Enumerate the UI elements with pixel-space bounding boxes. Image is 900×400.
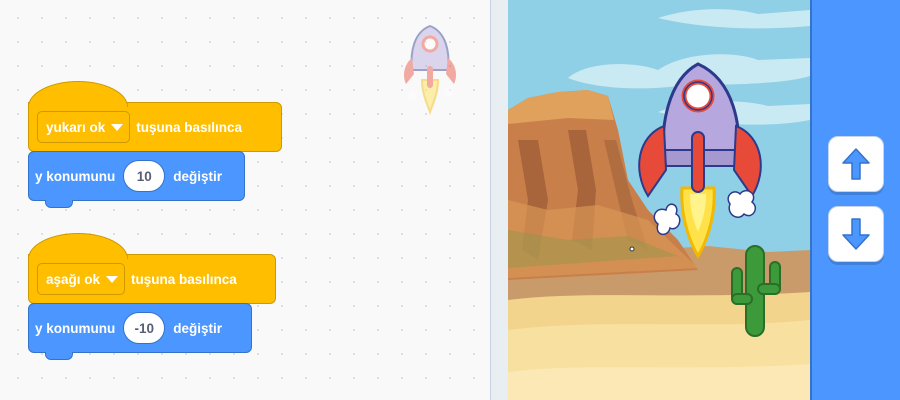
hat-cap bbox=[28, 81, 128, 110]
change-y-block[interactable]: y konumunu 10 değiştir bbox=[28, 151, 245, 208]
chevron-down-icon bbox=[106, 275, 119, 283]
hat-cap bbox=[28, 233, 128, 262]
chevron-down-icon bbox=[111, 123, 124, 131]
panel-divider bbox=[490, 0, 508, 400]
arrow-down-icon bbox=[842, 218, 870, 250]
control-panel bbox=[810, 0, 900, 400]
motion-prefix: y konumunu bbox=[35, 320, 116, 336]
block-notch bbox=[45, 200, 73, 208]
motion-prefix: y konumunu bbox=[35, 168, 116, 184]
arrow-up-icon bbox=[842, 148, 870, 180]
key-dropdown-label: yukarı ok bbox=[46, 119, 106, 135]
when-key-pressed-block[interactable]: yukarı ok tuşuna basılınca bbox=[28, 81, 282, 152]
motion-suffix: değiştir bbox=[173, 168, 223, 184]
stage-cursor bbox=[629, 246, 635, 252]
script-up[interactable]: yukarı ok tuşuna basılınca y konumunu 10… bbox=[28, 81, 282, 208]
sand-foreground bbox=[508, 364, 810, 400]
change-y-value-input[interactable]: 10 bbox=[123, 160, 166, 192]
down-arrow-button[interactable] bbox=[828, 206, 884, 262]
key-dropdown[interactable]: yukarı ok bbox=[37, 111, 131, 143]
when-key-pressed-block[interactable]: aşağı ok tuşuna basılınca bbox=[28, 233, 276, 304]
event-text: tuşuna basılınca bbox=[131, 271, 237, 287]
stage-canvas bbox=[508, 0, 810, 400]
event-text: tuşuna basılınca bbox=[136, 119, 243, 135]
change-y-block[interactable]: y konumunu -10 değiştir bbox=[28, 303, 252, 360]
change-y-value-input[interactable]: -10 bbox=[123, 312, 166, 344]
stage[interactable] bbox=[508, 0, 810, 400]
sprite-ghost-icon bbox=[404, 24, 456, 116]
block-notch bbox=[45, 352, 73, 360]
code-area[interactable]: yukarı ok tuşuna basılınca y konumunu 10… bbox=[0, 0, 490, 400]
up-arrow-button[interactable] bbox=[828, 136, 884, 192]
key-dropdown-label: aşağı ok bbox=[46, 271, 101, 287]
motion-suffix: değiştir bbox=[173, 320, 223, 336]
key-dropdown[interactable]: aşağı ok bbox=[37, 263, 126, 295]
script-down[interactable]: aşağı ok tuşuna basılınca y konumunu -10… bbox=[28, 233, 276, 360]
